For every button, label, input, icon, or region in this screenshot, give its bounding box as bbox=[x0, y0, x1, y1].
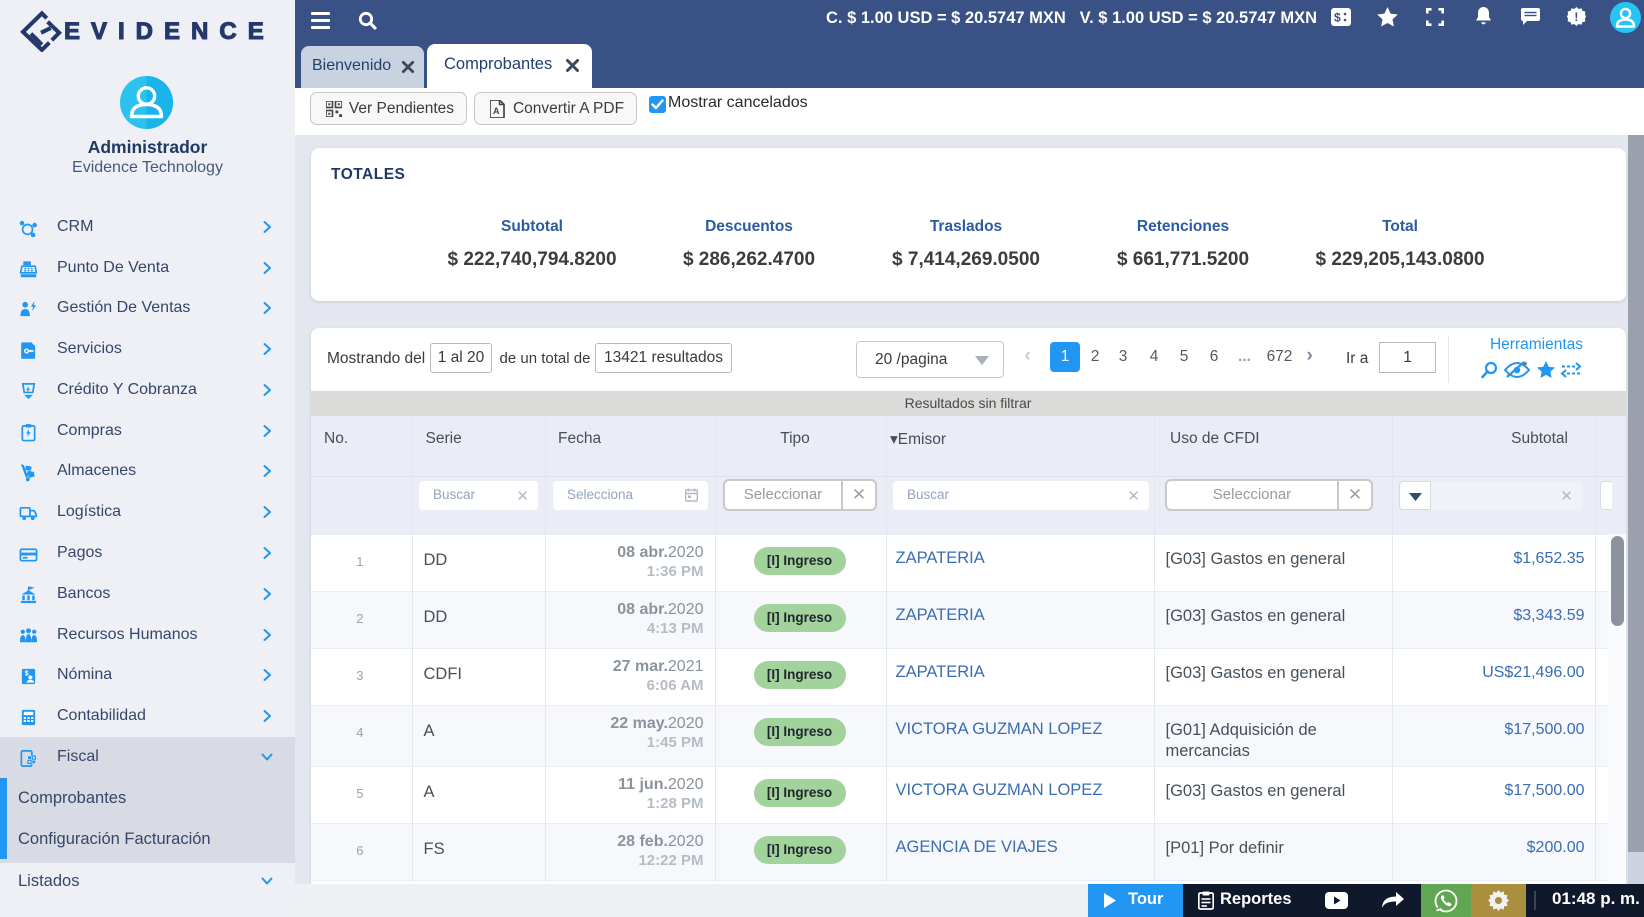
svg-text:$: $ bbox=[1334, 11, 1341, 25]
svg-text:*: * bbox=[1523, 361, 1528, 372]
svg-text:!: ! bbox=[1574, 10, 1578, 24]
svg-text:A: A bbox=[493, 106, 500, 116]
svg-text:$: $ bbox=[25, 670, 29, 678]
